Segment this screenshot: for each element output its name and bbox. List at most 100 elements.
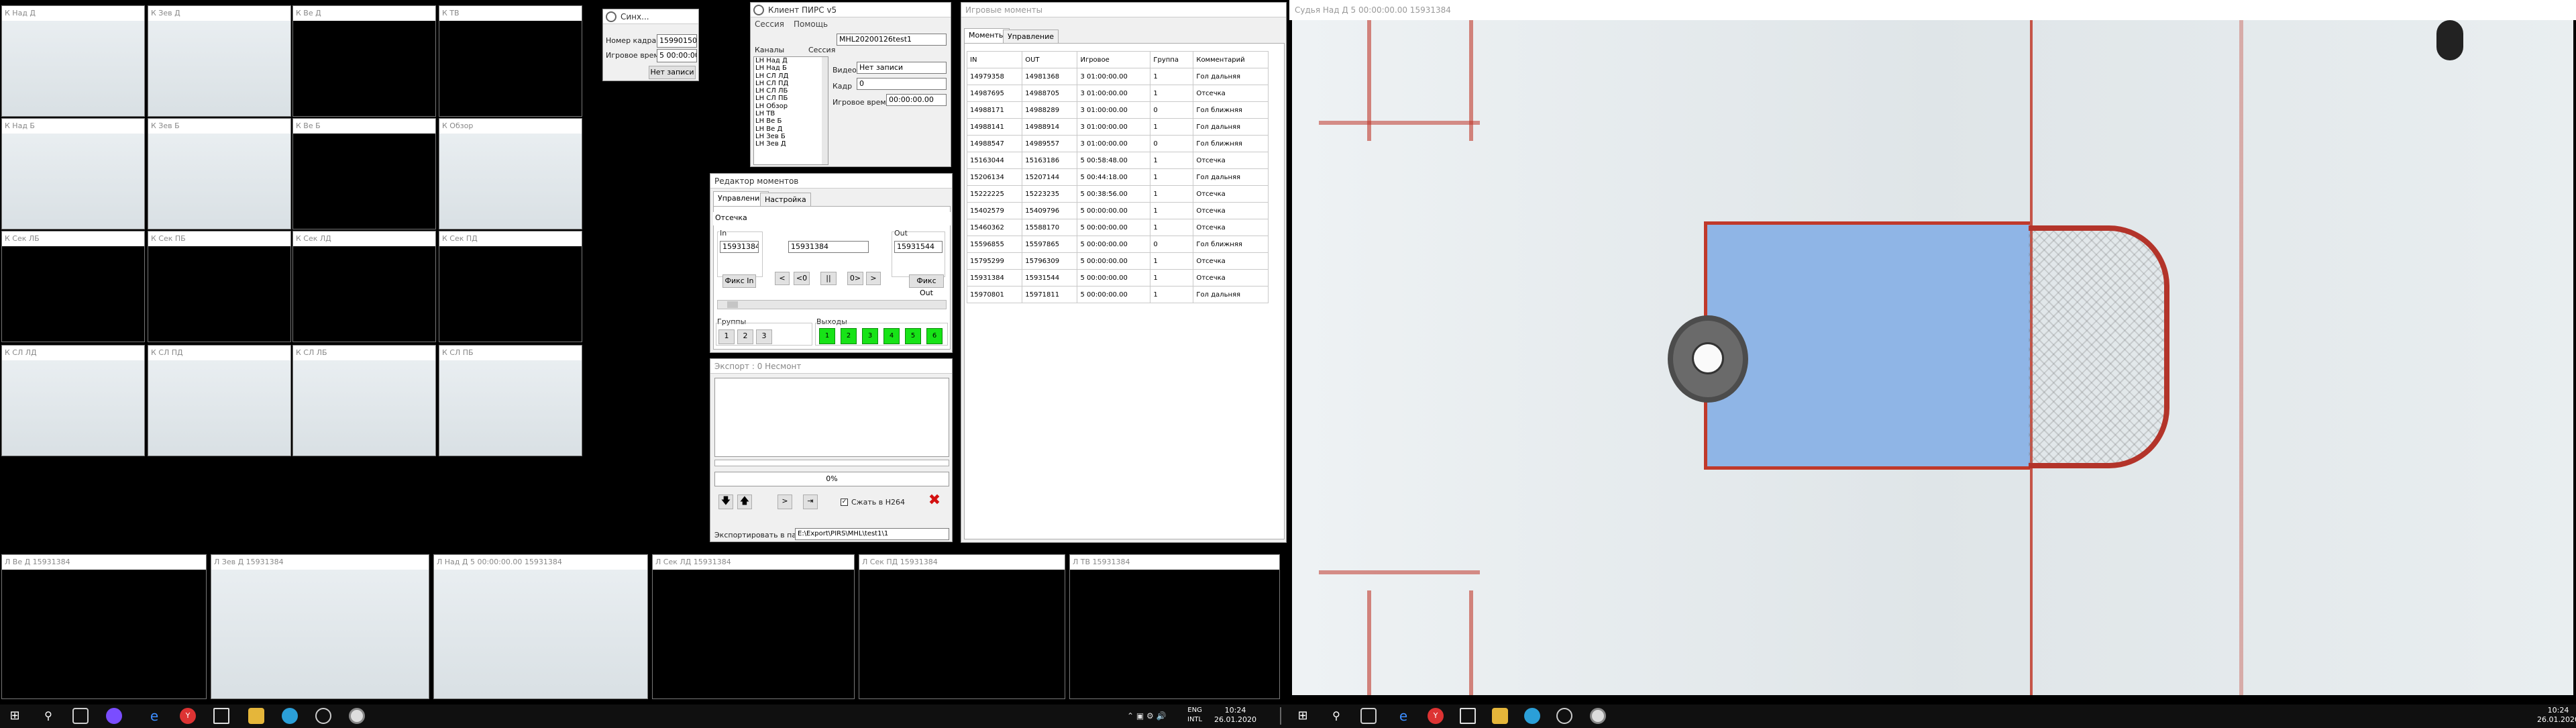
camera-tile[interactable]: К Сек ПД [439, 231, 582, 342]
channel-item[interactable]: LH Над Д [755, 57, 828, 64]
teamviewer-icon[interactable] [1524, 708, 1540, 724]
clock[interactable]: 10:24 26.01.2020 [2537, 706, 2576, 725]
windows-start-icon[interactable]: ⊞ [7, 708, 23, 724]
column-header[interactable]: Группа [1150, 51, 1194, 68]
tray-icons[interactable]: ⌃ ▣ ⚙ 🔊 [1127, 711, 1167, 721]
app-icon-1[interactable] [1556, 708, 1572, 724]
table-row[interactable]: 15402579 15409796 5 00:00:00.00 1 Отсечка [966, 202, 1269, 219]
channel-item[interactable]: LH Зев Б [755, 133, 828, 140]
camera-tile[interactable]: К Ве Д [292, 5, 436, 117]
camera-tile[interactable]: Л Зев Д 15931384 [211, 554, 429, 699]
game-time-field[interactable]: 5 00:00:00.00 [657, 49, 697, 62]
cancel-export-icon[interactable]: ✖ [926, 493, 943, 509]
jump-out-button[interactable]: 0> [847, 272, 863, 285]
folder-icon[interactable] [248, 708, 264, 724]
camera-tile[interactable]: Л Ве Д 15931384 [1, 554, 207, 699]
table-row[interactable]: 15163044 15163186 5 00:58:48.00 1 Отсечка [966, 152, 1269, 169]
pause-button[interactable]: || [820, 272, 837, 285]
output-3-button[interactable]: 3 [862, 328, 878, 344]
camera-tile[interactable]: К СЛ ПД [148, 345, 291, 456]
out-field[interactable]: 15931544 [894, 241, 943, 253]
table-row[interactable]: 14988141 14988914 3 01:00:00.00 1 Гол дальня… [966, 118, 1269, 136]
table-row[interactable]: 15931384 15931544 5 00:00:00.00 1 Отсечка [966, 269, 1269, 287]
table-row[interactable]: 15795299 15796309 5 00:00:00.00 1 Отсечка [966, 252, 1269, 270]
camera-tile[interactable]: К СЛ ЛД [1, 345, 145, 456]
teamviewer-icon[interactable] [282, 708, 298, 724]
last-button[interactable]: ⇥ [803, 495, 818, 509]
output-6-button[interactable]: 6 [926, 328, 943, 344]
compress-checkbox[interactable]: ✓ [841, 499, 848, 506]
sync-titlebar[interactable]: Синх... [603, 9, 698, 24]
channel-item[interactable]: LH Ве Б [755, 117, 828, 125]
menu-session[interactable]: Сессия [755, 19, 784, 29]
table-row[interactable]: 15222225 15223235 5 00:38:56.00 1 Отсечка [966, 185, 1269, 203]
table-row[interactable]: 15206134 15207144 5 00:44:18.00 1 Гол дальня… [966, 168, 1269, 186]
export-log[interactable] [714, 378, 949, 457]
search-icon[interactable]: ⚲ [1328, 708, 1344, 724]
camera-tile[interactable]: Л Сек ПД 15931384 [859, 554, 1065, 699]
in-field[interactable]: 15931384 [720, 241, 759, 253]
task-view-icon[interactable] [72, 708, 89, 724]
cortana-icon[interactable] [106, 708, 122, 724]
fix-out-button[interactable]: Фикс Out [909, 274, 944, 297]
column-header[interactable]: Игровое [1077, 51, 1151, 68]
timeline-scrollbar[interactable] [717, 300, 947, 309]
app-icon-1[interactable] [315, 708, 331, 724]
group-2-button[interactable]: 2 [737, 329, 753, 344]
camera-tile[interactable]: Л ТВ 15931384 [1069, 554, 1280, 699]
channel-item[interactable]: LH СЛ ПД [755, 80, 828, 87]
clock[interactable]: 10:24 26.01.2020 [1214, 706, 1256, 725]
frame-number-field[interactable]: 15990150 [657, 34, 697, 48]
main-video[interactable] [1292, 20, 2573, 695]
column-header[interactable]: OUT [1022, 51, 1078, 68]
channel-item[interactable]: LH Обзор [755, 103, 828, 110]
table-row[interactable]: 14987695 14988705 3 01:00:00.00 1 Отсечка [966, 85, 1269, 102]
moments-titlebar[interactable]: Игровые моменты [961, 3, 1286, 17]
editor-titlebar[interactable]: Редактор моментов [710, 174, 952, 189]
camera-tile[interactable]: К ТВ [439, 5, 582, 117]
channel-item[interactable]: LH СЛ ПБ [755, 95, 828, 102]
yandex-icon[interactable]: Y [180, 708, 196, 724]
export-titlebar[interactable]: Экспорт : 0 Несмонт [710, 359, 952, 374]
app-icon-2[interactable] [1590, 708, 1606, 724]
tab-management[interactable]: Управление [1003, 30, 1059, 44]
channel-item[interactable]: LH СЛ ЛД [755, 72, 828, 80]
camera-tile[interactable]: Л Над Д 5 00:00:00.00 15931384 [433, 554, 648, 699]
task-view-icon[interactable] [1360, 708, 1377, 724]
camera-tile[interactable]: К СЛ ЛБ [292, 345, 436, 456]
table-row[interactable]: 15460362 15588170 5 00:00:00.00 1 Отсечка [966, 219, 1269, 236]
camera-tile[interactable]: К Зев Б [148, 118, 291, 229]
edge-icon[interactable]: e [146, 708, 162, 724]
camera-tile[interactable]: К Сек ЛБ [1, 231, 145, 342]
mail-icon[interactable] [213, 708, 229, 724]
channels-scrollbar[interactable] [822, 57, 828, 164]
table-row[interactable]: 14979358 14981368 3 01:00:00.00 1 Гол дальня… [966, 68, 1269, 85]
current-frame-field[interactable]: 15931384 [788, 241, 869, 253]
channel-item[interactable]: LH ТВ [755, 110, 828, 117]
camera-tile[interactable]: К Сек ПБ [148, 231, 291, 342]
table-row[interactable]: 14988547 14989557 3 01:00:00.00 0 Гол ближня… [966, 135, 1269, 152]
mail-icon[interactable] [1460, 708, 1476, 724]
camera-tile[interactable]: К СЛ ПБ [439, 345, 582, 456]
channels-list[interactable]: LH Над Д LH Над Б LH СЛ ЛД LH СЛ ПД LH СЛ ЛБ… [753, 56, 828, 165]
folder-icon[interactable] [1492, 708, 1508, 724]
table-row[interactable]: 15970801 15971811 5 00:00:00.00 1 Гол дальня… [966, 286, 1269, 303]
move-up-icon[interactable]: 🡅 [737, 495, 752, 509]
channel-item[interactable]: LH Зев Д [755, 140, 828, 148]
edge-icon[interactable]: e [1395, 708, 1411, 724]
tab-settings[interactable]: Настройка [760, 193, 811, 207]
game-time-field[interactable]: 00:00:00.00 [886, 94, 947, 106]
client-titlebar[interactable]: Клиент ПИРС v5 [751, 3, 951, 17]
next-button[interactable]: > [777, 495, 792, 509]
show-desktop-button[interactable] [1280, 707, 1281, 725]
column-header[interactable]: IN [966, 51, 1023, 68]
frame-field[interactable]: 0 [857, 78, 947, 90]
app-icon-2[interactable] [349, 708, 365, 724]
export-folder-field[interactable]: E:\Export\PIRS\MHL\test1\1 [795, 528, 949, 540]
camera-tile[interactable]: К Над Д [1, 5, 145, 117]
camera-tile[interactable]: К Ве Б [292, 118, 436, 229]
step-back-button[interactable]: < [775, 272, 790, 285]
camera-tile[interactable]: К Зев Д [148, 5, 291, 117]
no-record-button[interactable]: Нет записи [649, 66, 696, 79]
output-5-button[interactable]: 5 [905, 328, 921, 344]
